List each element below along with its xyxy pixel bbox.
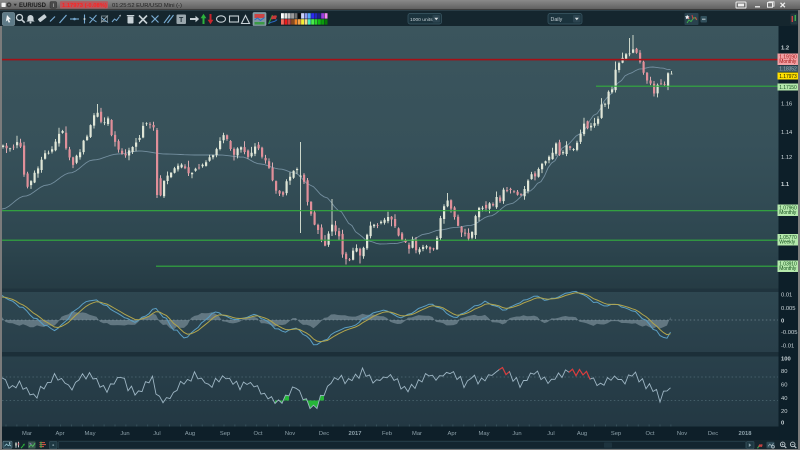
svg-text:T: T: [179, 17, 184, 24]
svg-text:2017: 2017: [349, 431, 362, 437]
svg-text:Weekly: Weekly: [779, 240, 795, 246]
svg-text:1.18352: 1.18352: [779, 66, 797, 72]
svg-text:1000 units: 1000 units: [410, 17, 433, 23]
svg-text:Jul: Jul: [547, 431, 554, 437]
svg-text:Aug: Aug: [577, 431, 587, 437]
svg-text:1.17973 (-0.08%): 1.17973 (-0.08%): [62, 3, 107, 9]
svg-text:Oct: Oct: [253, 431, 262, 437]
svg-text:EUR/USD: EUR/USD: [19, 3, 47, 9]
svg-text:Apr: Apr: [55, 431, 64, 437]
svg-text:Oct: Oct: [645, 431, 654, 437]
svg-text:0: 0: [781, 319, 784, 325]
svg-text:Nov: Nov: [285, 431, 295, 437]
svg-text:1.14: 1.14: [781, 130, 793, 136]
svg-text:Mar: Mar: [22, 431, 32, 437]
svg-text:0.005: 0.005: [781, 306, 796, 312]
svg-text:Feb: Feb: [382, 431, 392, 437]
svg-text:1.2: 1.2: [781, 46, 789, 52]
svg-text:Daily: Daily: [551, 17, 563, 23]
svg-text:20: 20: [781, 409, 787, 415]
svg-text:2018: 2018: [739, 431, 753, 437]
svg-text:Dec: Dec: [319, 431, 329, 437]
svg-text:100: 100: [781, 357, 791, 363]
svg-text:1.1: 1.1: [781, 182, 790, 188]
svg-text:Dec: Dec: [708, 431, 718, 437]
svg-text:-0.005: -0.005: [781, 330, 797, 336]
svg-text:Sep: Sep: [220, 431, 230, 437]
svg-text:Monthly: Monthly: [779, 210, 796, 216]
svg-text:Sep: Sep: [611, 431, 621, 437]
svg-text:-0.01: -0.01: [781, 344, 794, 350]
svg-text:01:25:52 EUR/USD Mini (-): 01:25:52 EUR/USD Mini (-): [112, 3, 182, 9]
svg-text:80: 80: [781, 369, 787, 375]
svg-text:Nov: Nov: [677, 431, 687, 437]
svg-text:0.01: 0.01: [781, 293, 792, 299]
svg-text:Aug: Aug: [185, 431, 195, 437]
svg-text:Monthly: Monthly: [779, 59, 796, 65]
svg-text:Apr: Apr: [447, 431, 456, 437]
svg-text:Monthly: Monthly: [779, 266, 796, 272]
svg-text:0: 0: [781, 421, 784, 427]
svg-text:60: 60: [781, 383, 787, 389]
svg-text:1.16: 1.16: [781, 102, 792, 108]
svg-text:May: May: [85, 431, 96, 437]
svg-text:May: May: [479, 431, 490, 437]
svg-text:1.17973: 1.17973: [779, 74, 797, 80]
svg-text:Jun: Jun: [512, 431, 521, 437]
svg-text:1.17150: 1.17150: [779, 85, 797, 91]
svg-text:i: i: [53, 3, 54, 9]
svg-text:Jul: Jul: [153, 431, 160, 437]
svg-text:Jun: Jun: [120, 431, 129, 437]
svg-text:40: 40: [781, 396, 787, 402]
svg-text:1.12: 1.12: [781, 155, 792, 161]
svg-text:Mar: Mar: [412, 431, 422, 437]
